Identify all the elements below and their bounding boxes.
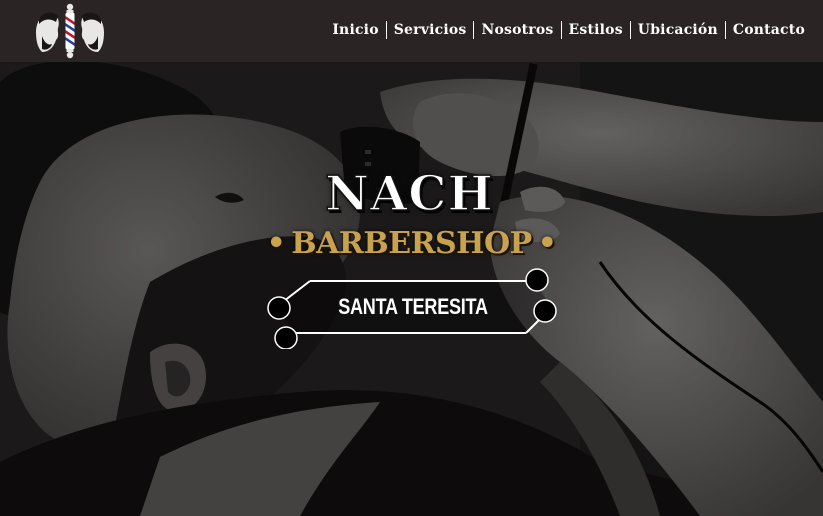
subtitle-bullet-right: •	[537, 226, 557, 261]
nav-divider	[629, 21, 631, 39]
brand-title: NACH	[324, 165, 494, 223]
nav-divider	[385, 21, 387, 39]
nav-link-nosotros[interactable]: Nosotros	[481, 22, 553, 38]
nav-link-estilos[interactable]: Estilos	[569, 22, 623, 38]
subtitle-bullet-left: •	[266, 226, 286, 261]
nav-divider	[724, 21, 726, 39]
nav-divider	[473, 21, 475, 39]
brand-subtitle: • BARBERSHOP •	[0, 222, 823, 266]
main-nav: Inicio Servicios Nosotros Estilos Ubicac…	[332, 21, 805, 39]
nav-link-servicios[interactable]: Servicios	[394, 22, 467, 38]
site-header: Inicio Servicios Nosotros Estilos Ubicac…	[0, 0, 823, 62]
nav-link-ubicacion[interactable]: Ubicación	[638, 22, 718, 38]
nav-link-inicio[interactable]: Inicio	[332, 22, 378, 38]
hero-section: NACH • BARBERSHOP • SANTA TERESITA	[0, 62, 823, 516]
nav-link-contacto[interactable]: Contacto	[733, 22, 805, 38]
barber-pole-logo-icon[interactable]	[32, 2, 108, 60]
nav-divider	[560, 21, 562, 39]
location-label: SANTA TERESITA	[338, 294, 488, 319]
brand-subtitle-text: BARBERSHOP	[291, 226, 532, 261]
page: Inicio Servicios Nosotros Estilos Ubicac…	[0, 0, 823, 516]
